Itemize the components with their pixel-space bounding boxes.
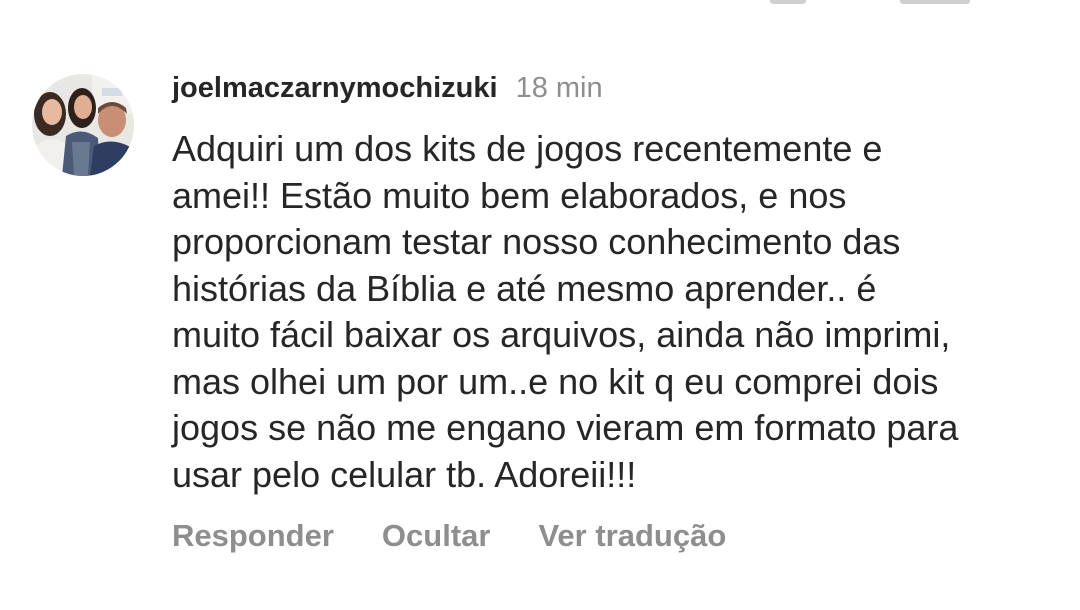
translate-button[interactable]: Ver tradução — [538, 518, 726, 554]
timestamp: 18 min — [515, 72, 603, 104]
reply-button[interactable]: Responder — [172, 518, 334, 554]
hide-button[interactable]: Ocultar — [382, 518, 491, 554]
comment-text: Adquiri um dos kits de jogos recentement… — [172, 128, 959, 495]
avatar-photo-icon — [32, 74, 134, 176]
comment-meta: joelmaczarnymochizuki 18 min — [172, 72, 1080, 112]
cropped-top-element — [770, 0, 1010, 6]
username-link[interactable]: joelmaczarnymochizuki — [172, 72, 498, 105]
comment: joelmaczarnymochizuki 18 min Adquiri um … — [32, 72, 1062, 554]
comment-content: joelmaczarnymochizuki 18 min Adquiri um … — [172, 72, 1080, 554]
profile-avatar[interactable] — [32, 74, 134, 176]
comment-actions: Responder Ocultar Ver tradução — [172, 518, 1080, 554]
